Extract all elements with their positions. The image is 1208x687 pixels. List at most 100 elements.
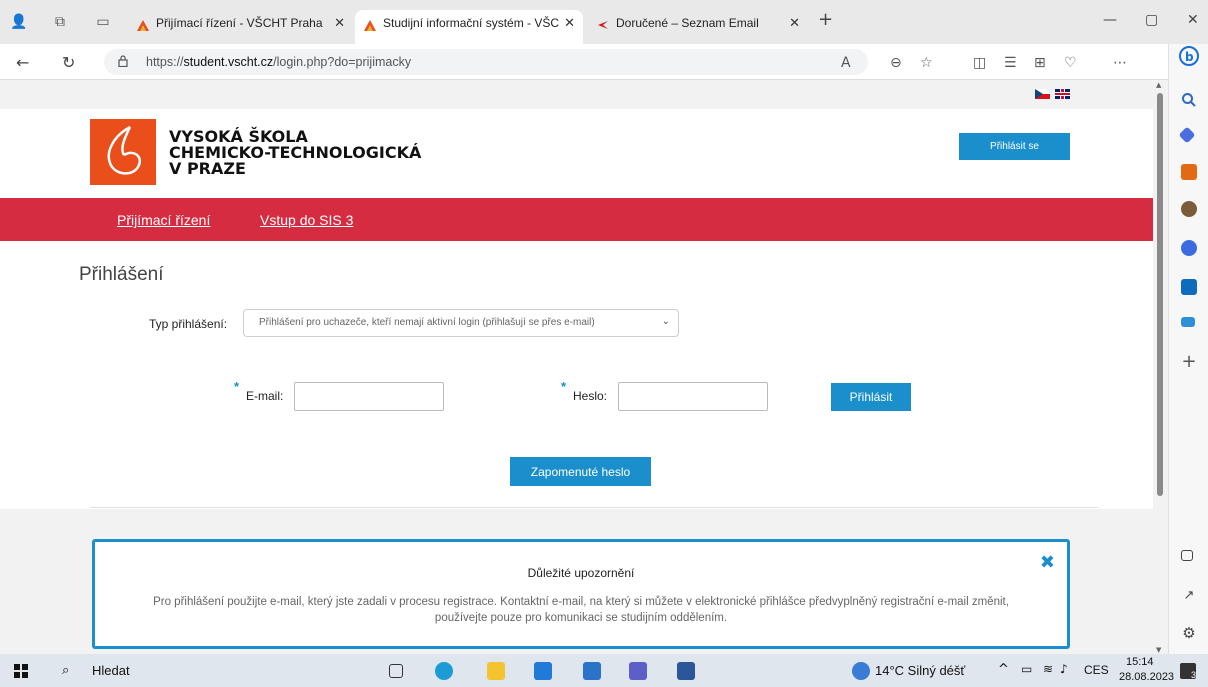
shopping-tag-icon[interactable]: [1178, 126, 1196, 144]
zoom-icon[interactable]: ⊖: [890, 55, 902, 71]
vscht-favicon-icon: [364, 20, 376, 31]
volume-icon[interactable]: ♪: [1060, 662, 1068, 676]
tab-strip: 👤 ⧉ ▭ Přijímací řízení - VŠCHT Praha ✕ S…: [0, 0, 1208, 44]
lock-icon[interactable]: [118, 55, 128, 67]
svg-text:b: b: [1185, 50, 1194, 64]
store-icon[interactable]: [534, 662, 552, 680]
workspaces-icon[interactable]: ⧉: [52, 14, 68, 30]
page-scrollbar[interactable]: ▲ ▼: [1153, 81, 1168, 654]
split-screen-icon[interactable]: ◫: [973, 55, 986, 71]
profile-icon[interactable]: 👤: [10, 14, 27, 30]
school-name: VYSOKÁ ŠKOLA CHEMICKO-TECHNOLOGICKÁ V PR…: [169, 127, 422, 178]
tab-actions-icon[interactable]: ▭: [95, 14, 111, 30]
notice-text: Pro přihlášení použijte e-mail, který js…: [153, 596, 1009, 624]
windows-start-icon[interactable]: [12, 662, 30, 680]
url-text: https://student.vscht.cz/login.php?do=pr…: [146, 55, 412, 69]
word-icon[interactable]: [677, 662, 695, 680]
input-language[interactable]: CES: [1084, 663, 1109, 677]
address-bar-row: ← ↻ https://student.vscht.cz/login.php?d…: [0, 44, 1208, 80]
mail-icon[interactable]: [583, 662, 601, 680]
reload-icon[interactable]: ↻: [62, 53, 75, 72]
page-viewport: VYSOKÁ ŠKOLA CHEMICKO-TECHNOLOGICKÁ V PR…: [0, 81, 1168, 654]
outlook-icon[interactable]: [1181, 279, 1197, 295]
seznam-favicon-icon: [598, 21, 608, 29]
send-icon[interactable]: [1181, 317, 1195, 327]
tab-sis[interactable]: Studijní informační systém - VŠC ✕: [355, 10, 583, 44]
vscht-logo-icon: [107, 125, 141, 175]
more-options-icon[interactable]: ⋯: [1113, 55, 1127, 71]
address-bar[interactable]: https://student.vscht.cz/login.php?do=pr…: [104, 49, 868, 75]
collections-icon[interactable]: ⊞: [1034, 55, 1046, 71]
minimize-icon[interactable]: —: [1103, 12, 1117, 28]
add-icon[interactable]: +: [1181, 353, 1197, 371]
email-label: E-mail:: [246, 389, 284, 403]
tab-title: Studijní informační systém - VŠC: [383, 16, 560, 30]
wifi-icon[interactable]: ≋: [1043, 662, 1053, 676]
password-label: Heslo:: [573, 389, 608, 403]
nav-prijimaci-rizeni[interactable]: Přijímací řízení: [117, 212, 210, 228]
scroll-down-icon[interactable]: ▼: [1156, 646, 1161, 654]
back-icon[interactable]: ←: [16, 53, 29, 72]
required-star-email: *: [234, 379, 240, 394]
scroll-up-icon[interactable]: ▲: [1156, 81, 1161, 89]
password-field[interactable]: [618, 382, 768, 411]
login-type-value: Přihlášení pro uchazeče, kteří nemají ak…: [259, 317, 595, 328]
close-tab-icon[interactable]: ✕: [789, 16, 800, 31]
close-tab-icon[interactable]: ✕: [564, 16, 575, 31]
tab-seznam-email[interactable]: Doručené – Seznam Email ✕: [588, 10, 808, 44]
vscht-favicon-icon: [137, 20, 149, 31]
search-icon[interactable]: [1181, 92, 1197, 108]
file-explorer-icon[interactable]: [487, 662, 505, 680]
browser-sidebar: b + ↗ ⚙: [1168, 44, 1208, 654]
tools-icon[interactable]: [1181, 164, 1197, 180]
office-icon[interactable]: [1181, 240, 1197, 256]
favorites-icon[interactable]: ☰: [1004, 55, 1017, 71]
sidebar-layout-icon[interactable]: [1181, 550, 1193, 561]
divider: [90, 507, 1098, 508]
main-nav: Přijímací řízení Vstup do SIS 3: [0, 198, 1168, 241]
language-switcher: [1033, 89, 1070, 103]
chevron-up-icon[interactable]: ^: [998, 662, 1009, 677]
page-content: VYSOKÁ ŠKOLA CHEMICKO-TECHNOLOGICKÁ V PR…: [0, 109, 1168, 509]
weather-icon: [852, 662, 870, 680]
external-link-icon[interactable]: ↗: [1181, 588, 1197, 604]
close-window-icon[interactable]: ✕: [1187, 12, 1199, 28]
task-view-icon[interactable]: [389, 664, 403, 678]
teams-icon[interactable]: [629, 662, 647, 680]
czech-flag-icon[interactable]: [1034, 89, 1050, 99]
edge-taskbar-icon[interactable]: [435, 662, 453, 680]
read-aloud-icon[interactable]: A: [841, 55, 851, 71]
new-tab-button[interactable]: +: [818, 9, 833, 30]
scrollbar-thumb[interactable]: [1157, 93, 1163, 496]
weather-text[interactable]: 14°C Silný déšť: [875, 663, 965, 678]
forgot-password-button[interactable]: Zapomenuté heslo: [510, 457, 651, 486]
vscht-logo[interactable]: [90, 119, 156, 185]
close-tab-icon[interactable]: ✕: [334, 16, 345, 31]
email-field[interactable]: [294, 382, 444, 411]
tab-prijimaci-rizeni[interactable]: Přijímací řízení - VŠCHT Praha ✕: [128, 10, 353, 44]
games-icon[interactable]: [1181, 201, 1197, 217]
settings-gear-icon[interactable]: ⚙: [1181, 624, 1197, 642]
notification-count: 3: [1191, 670, 1197, 680]
important-notice: ✖ Důležité upozornění Pro přihlášení pou…: [92, 539, 1070, 649]
clock-time[interactable]: 15:14: [1126, 656, 1154, 668]
tab-title: Doručené – Seznam Email: [616, 16, 759, 30]
english-flag-icon[interactable]: [1055, 89, 1070, 99]
login-submit-button[interactable]: Přihlásit: [831, 383, 911, 411]
login-type-label: Typ přihlášení:: [149, 317, 228, 331]
tab-title: Přijímací řízení - VŠCHT Praha: [156, 16, 323, 30]
maximize-icon[interactable]: ▢: [1145, 12, 1158, 28]
taskbar-search-icon[interactable]: ⌕: [62, 663, 69, 678]
chevron-down-icon: ⌄: [661, 316, 670, 327]
network-icon[interactable]: ▭: [1021, 662, 1032, 676]
health-icon[interactable]: ♡: [1064, 55, 1077, 71]
taskbar-search[interactable]: Hledat: [92, 663, 130, 678]
windows-taskbar: ⌕ Hledat 14°C Silný déšť ^ ▭ ≋ ♪ CES 15:…: [0, 654, 1208, 687]
favorite-star-icon[interactable]: ☆: [920, 55, 933, 71]
notice-title: Důležité upozornění: [527, 566, 635, 580]
login-header-button[interactable]: Přihlásit se: [959, 133, 1070, 160]
login-type-select[interactable]: Přihlášení pro uchazeče, kteří nemají ak…: [243, 309, 679, 337]
nav-vstup-do-sis[interactable]: Vstup do SIS 3: [260, 212, 353, 228]
clock-date[interactable]: 28.08.2023: [1119, 671, 1174, 683]
bing-icon[interactable]: b: [1179, 46, 1199, 66]
